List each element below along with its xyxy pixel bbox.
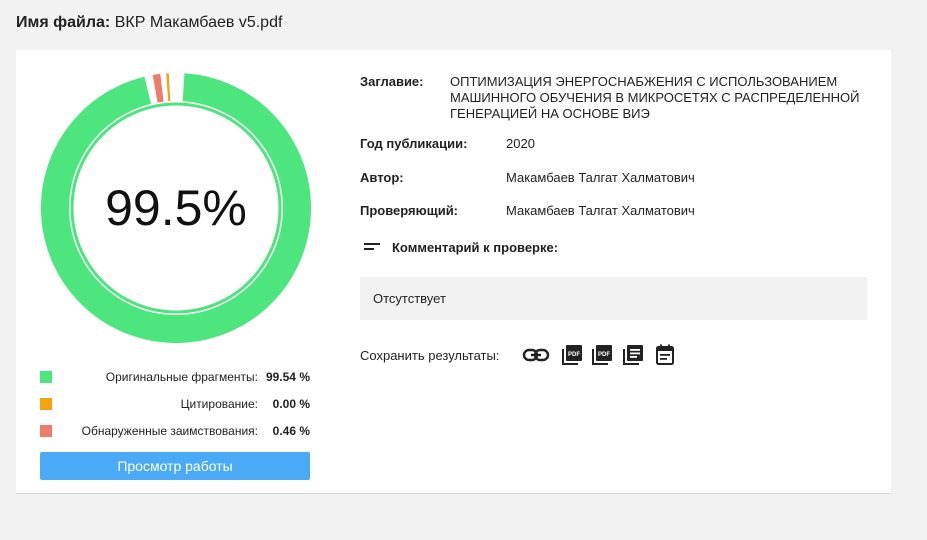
legend-value: 99.54 % <box>265 370 310 384</box>
legend-item-citation: Цитирование: 0.00 % <box>40 395 310 422</box>
legend-item-original: Оригинальные фрагменты: 99.54 % <box>40 368 310 395</box>
svg-text:PDF: PDF <box>598 352 610 358</box>
checker-value: Макамбаев Талгат Халматович <box>506 203 695 218</box>
save-results-label: Сохранить результаты: <box>360 348 500 363</box>
year-label: Год публикации: <box>360 136 468 151</box>
legend-item-borrowed: Обнаруженные заимствования: 0.46 % <box>40 422 310 449</box>
report-icon[interactable] <box>622 344 644 366</box>
link-icon[interactable] <box>522 344 550 366</box>
originality-percent: 99.5% <box>105 180 247 236</box>
title-label: Заглавие: <box>360 74 424 89</box>
legend-swatch-original <box>40 371 52 383</box>
author-label: Автор: <box>360 170 404 185</box>
legend-label: Обнаруженные заимствования: <box>81 424 258 438</box>
legend-value: 0.46 % <box>272 424 310 438</box>
pdf-icon[interactable]: PDF <box>561 344 583 366</box>
file-header: Имя файла: ВКР Макамбаев v5.pdf <box>16 14 282 32</box>
file-name-label: Имя файла: <box>16 14 111 31</box>
pdf-icon[interactable]: PDF <box>591 344 613 366</box>
title-value: ОПТИМИЗАЦИЯ ЭНЕРГОСНАБЖЕНИЯ С ИСПОЛЬЗОВА… <box>450 74 860 121</box>
legend-swatch-citation <box>40 398 52 410</box>
view-work-button[interactable]: Просмотр работы <box>40 452 310 480</box>
year-value: 2020 <box>506 136 535 151</box>
legend-label: Оригинальные фрагменты: <box>105 370 258 384</box>
legend-swatch-borrowed <box>40 425 52 437</box>
svg-text:PDF: PDF <box>568 352 580 358</box>
file-name: ВКР Макамбаев v5.pdf <box>114 14 283 31</box>
author-value: Макамбаев Талгат Халматович <box>506 170 695 185</box>
legend-value: 0.00 % <box>272 397 310 411</box>
legend-label: Цитирование: <box>180 397 258 411</box>
comment-box: Отсутствует <box>360 277 867 320</box>
originality-donut: 99.5% <box>40 70 312 346</box>
result-card: 99.5% Оригинальные фрагменты: 99.54 % Ци… <box>16 50 891 494</box>
legend: Оригинальные фрагменты: 99.54 % Цитирова… <box>40 368 310 449</box>
comment-lines-icon <box>364 243 380 253</box>
comment-label: Комментарий к проверке: <box>392 240 559 255</box>
calendar-icon[interactable] <box>654 344 676 366</box>
save-results: Сохранить результаты: PDF PDF <box>360 344 880 368</box>
checker-label: Проверяющий: <box>360 203 459 218</box>
